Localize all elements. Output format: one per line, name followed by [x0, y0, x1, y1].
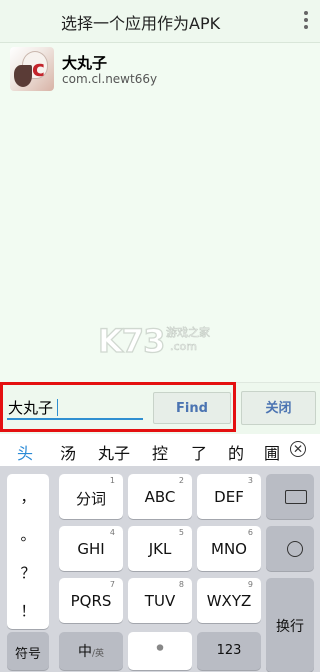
- key-9[interactable]: 9 WXYZ: [197, 578, 261, 623]
- candidate-item[interactable]: 汤: [60, 440, 76, 464]
- candidate-item[interactable]: 圃: [264, 440, 280, 464]
- watermark-domain: .com: [170, 340, 198, 354]
- punctuation-list[interactable]: ， 。 ？ ！: [7, 474, 49, 629]
- symbols-button[interactable]: 符号: [7, 632, 49, 670]
- more-vert-icon[interactable]: [302, 11, 310, 33]
- backspace-icon: [285, 490, 307, 504]
- key-7[interactable]: 7 PQRS: [59, 578, 123, 623]
- candidate-item[interactable]: 的: [228, 440, 244, 464]
- watermark-brand: K73: [97, 321, 166, 360]
- microphone-icon: ⏺: [156, 640, 164, 656]
- candidate-item[interactable]: 了: [191, 440, 207, 464]
- key-3[interactable]: 3 DEF: [197, 474, 261, 519]
- app-package: com.cl.newt66y: [62, 72, 158, 86]
- candidate-bar: 头 汤 丸子 控 了 的 圃 ✕: [0, 434, 320, 467]
- watermark-text: 游戏之家: [166, 326, 211, 340]
- punct-key[interactable]: 。: [7, 524, 49, 545]
- key-8[interactable]: 8 TUV: [128, 578, 192, 623]
- key-5[interactable]: 5 JKL: [128, 526, 192, 571]
- title-bar: 选择一个应用作为APK: [0, 0, 320, 43]
- backspace-button[interactable]: [266, 474, 314, 519]
- key-6[interactable]: 6 MNO: [197, 526, 261, 571]
- punct-key[interactable]: ，: [7, 486, 49, 507]
- highlight-box: [0, 382, 236, 432]
- candidate-item[interactable]: 控: [152, 440, 168, 464]
- punct-key[interactable]: ？: [7, 562, 49, 583]
- emoji-button[interactable]: [266, 526, 314, 571]
- close-circle-icon[interactable]: ✕: [290, 441, 306, 457]
- app-icon: c: [10, 47, 54, 91]
- enter-button[interactable]: 换行: [266, 578, 314, 672]
- space-button[interactable]: ⏺: [128, 632, 192, 670]
- key-1[interactable]: 1 分词: [59, 474, 123, 519]
- numeric-button[interactable]: 123: [197, 632, 261, 670]
- page-title: 选择一个应用作为APK: [61, 14, 221, 33]
- close-button[interactable]: 关闭: [241, 391, 316, 425]
- language-toggle[interactable]: 中/英: [59, 632, 123, 670]
- app-name: 大丸子: [62, 54, 108, 72]
- list-item[interactable]: c 大丸子 com.cl.newt66y: [0, 43, 320, 95]
- punct-key[interactable]: ！: [7, 600, 49, 621]
- key-4[interactable]: 4 GHI: [59, 526, 123, 571]
- candidate-item[interactable]: 头: [17, 440, 33, 464]
- candidate-item[interactable]: 丸子: [98, 440, 130, 464]
- keyboard: ， 。 ？ ！ 1 分词 2 ABC 3 DEF 4 GHI 5 JKL 6 MNO 7 PQ…: [0, 466, 320, 672]
- app-list: c 大丸子 com.cl.newt66y K73 游戏之家 .com: [0, 43, 320, 380]
- emoji-icon: [287, 541, 303, 557]
- watermark-logo: K73 游戏之家 .com: [97, 321, 228, 360]
- key-2[interactable]: 2 ABC: [128, 474, 192, 519]
